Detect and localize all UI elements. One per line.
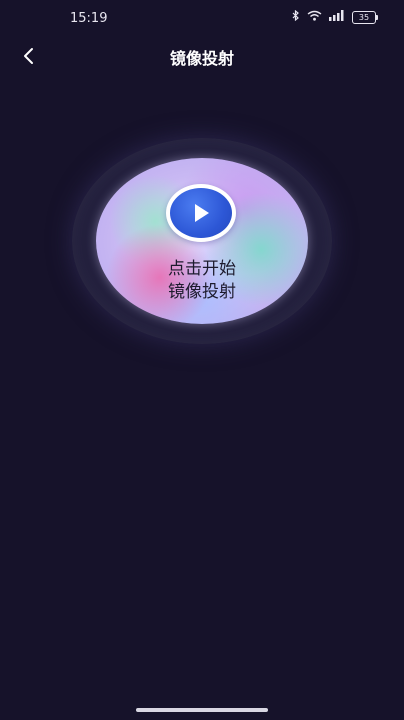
wifi-icon bbox=[307, 10, 322, 24]
status-time: 15:19 bbox=[70, 11, 108, 26]
play-icon-circle bbox=[170, 188, 232, 238]
play-icon bbox=[195, 204, 209, 222]
signal-icon bbox=[329, 10, 345, 24]
mirror-button-label-line2: 镜像投射 bbox=[168, 282, 236, 302]
page-title: 镜像投射 bbox=[169, 49, 234, 68]
home-indicator[interactable] bbox=[136, 708, 268, 712]
battery-icon: 35 bbox=[352, 10, 378, 24]
status-bar: 15:19 35 bbox=[0, 0, 404, 36]
mirror-button-label-line1: 点击开始 bbox=[168, 259, 236, 279]
status-icons: 35 bbox=[292, 9, 378, 24]
bluetooth-icon bbox=[292, 9, 300, 24]
play-button[interactable] bbox=[166, 184, 236, 242]
header: 镜像投射 bbox=[0, 36, 404, 76]
